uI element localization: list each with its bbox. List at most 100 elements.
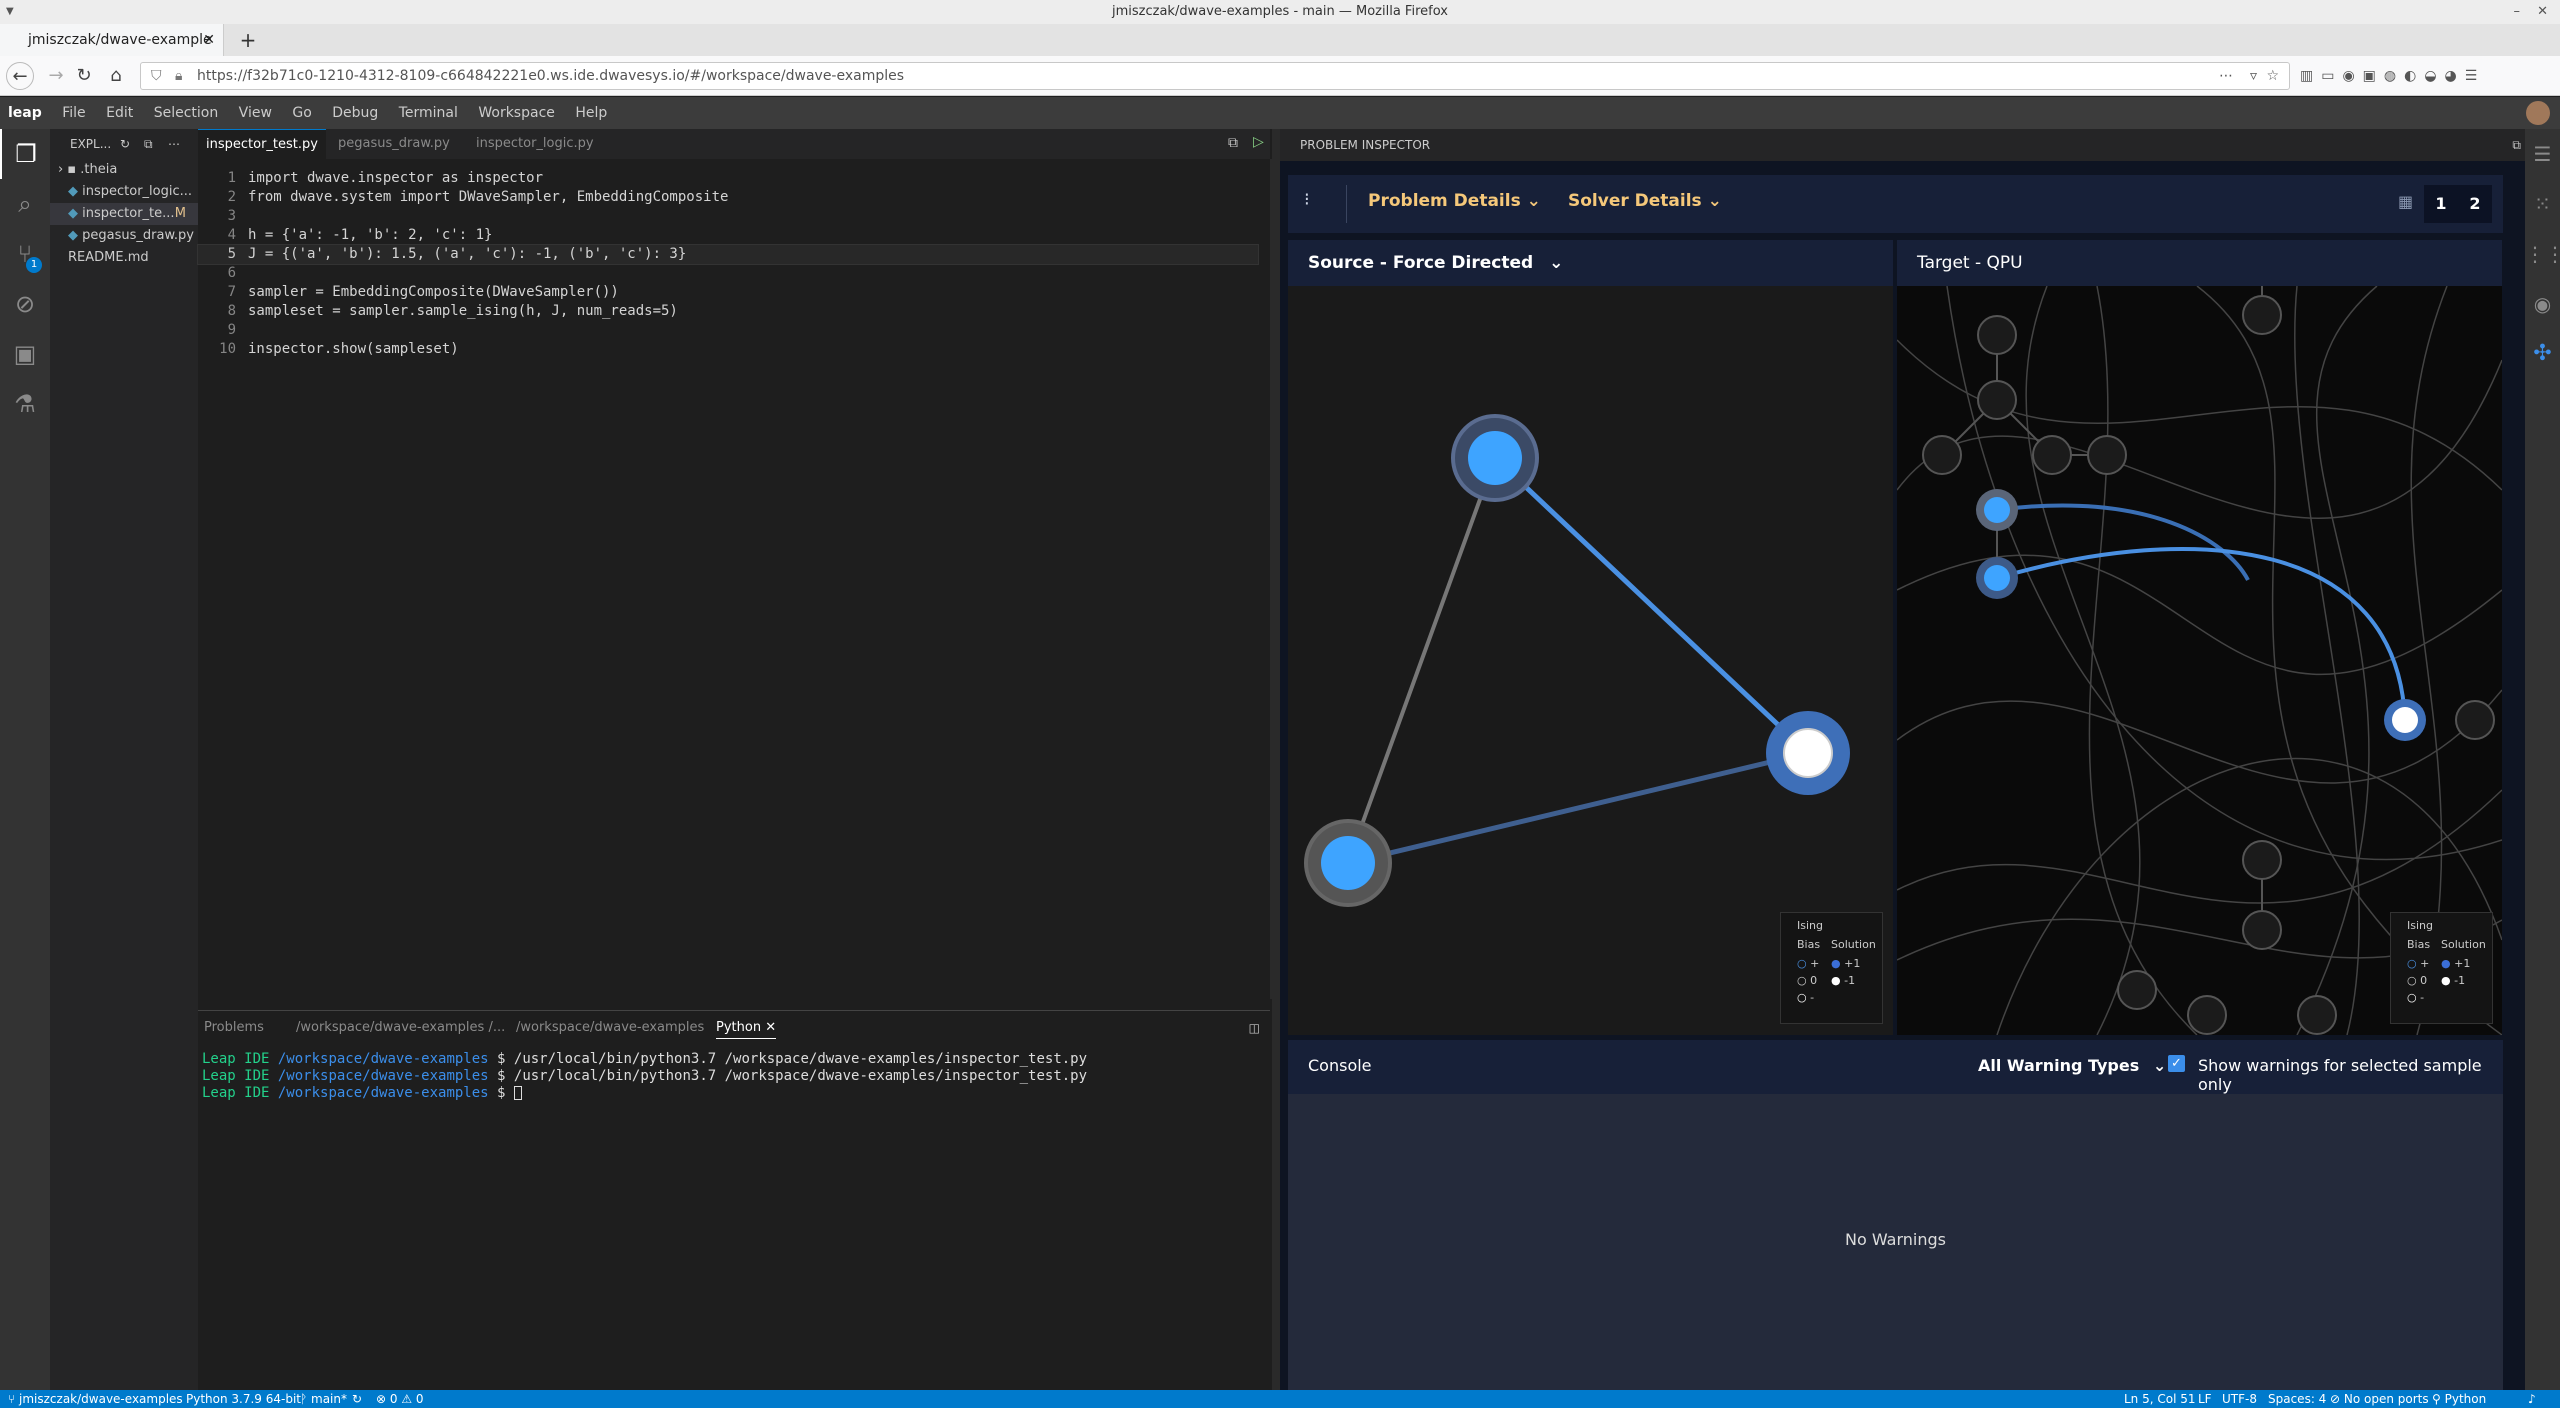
tab-terminal-2[interactable]: /workspace/dwave-examples <box>516 1020 704 1035</box>
scm-badge: 1 <box>26 257 42 273</box>
back-icon[interactable]: ← <box>6 62 34 90</box>
menu-workspace[interactable]: Workspace <box>470 97 563 129</box>
editor-area: ⧉ ▷ 1 import dwave.inspector as inspector… <box>197 129 1278 1009</box>
status-position[interactable]: Ln 5, Col 51 <box>2124 1390 2196 1408</box>
tab-inspector-test[interactable]: inspector_test.py <box>198 129 326 159</box>
problem-details-menu[interactable]: Problem Details ⌄ <box>1368 191 1541 211</box>
close-tab-icon[interactable]: ✕ <box>203 24 215 56</box>
warning-types-select[interactable]: All Warning Types ⌄ <box>1978 1056 2166 1075</box>
home-icon[interactable]: ⌂ <box>102 62 130 90</box>
problem-inspector-icon[interactable]: ✣ <box>2525 329 2560 379</box>
file-readme[interactable]: README.md <box>50 247 198 269</box>
tab-pegasus-draw[interactable]: pegasus_draw.py <box>330 129 458 159</box>
apps-grid-icon[interactable]: ⁙ <box>2525 179 2560 229</box>
menu-help[interactable]: Help <box>567 97 615 129</box>
new-tab-icon[interactable]: + <box>232 24 264 56</box>
menu-edit[interactable]: Edit <box>98 97 141 129</box>
page-actions-icon[interactable]: ⋯ <box>2219 63 2233 89</box>
close-icon: ✕ <box>765 1020 777 1035</box>
terminal-line: Leap IDE /workspace/dwave-examples $ <box>202 1085 1087 1102</box>
tab-python[interactable]: Python ✕ <box>716 1020 777 1039</box>
dashed-grid-icon[interactable]: ⋮⋮ <box>2525 229 2560 279</box>
file-inspector-test[interactable]: ◆ inspector_te... M <box>50 203 198 225</box>
code-line-7: 7 sampler = EmbeddingComposite(DWaveSampl… <box>227 284 619 300</box>
files-icon[interactable]: ❐ <box>0 129 50 179</box>
legend-headers: Bias Solution <box>1797 938 1876 951</box>
status-ports[interactable]: ⊘ No open ports <box>2330 1390 2429 1408</box>
status-spaces[interactable]: Spaces: 4 <box>2268 1390 2326 1408</box>
layout-grid-icon[interactable]: ▦ <box>2398 192 2413 211</box>
status-problems[interactable]: ⊗ 0 ⚠ 0 <box>376 1390 424 1408</box>
run-icon[interactable]: ▷ <box>1253 134 1264 150</box>
source-header[interactable]: Source - Force Directed ⌄ <box>1288 240 1893 286</box>
split-divider[interactable] <box>1272 129 1280 1390</box>
file-inspector-logic[interactable]: ◆ inspector_logic... <box>50 181 198 203</box>
menu-go[interactable]: Go <box>284 97 319 129</box>
view-2-button[interactable]: 2 <box>2458 185 2492 223</box>
shield-icon[interactable]: ⛉ <box>151 63 162 89</box>
minimize-icon[interactable]: – <box>2514 0 2521 24</box>
more-icon[interactable]: ⋯ <box>168 129 180 159</box>
status-repo[interactable]: ⑂ jmiszczak/dwave-examples <box>8 1390 183 1408</box>
notification-bell-icon[interactable]: ♪ <box>2528 1390 2536 1408</box>
file-pegasus-draw[interactable]: ◆ pegasus_draw.py <box>50 225 198 247</box>
code-line-4: 4h = {'a': -1, 'b': 2, 'c': 1} <box>227 227 493 243</box>
menu-selection[interactable]: Selection <box>146 97 227 129</box>
debug-icon[interactable]: ⊘ <box>0 279 50 329</box>
extensions-icon[interactable]: ▣ <box>0 329 50 379</box>
forward-icon[interactable]: → <box>42 62 70 90</box>
github-icon[interactable]: ◉ <box>2525 279 2560 329</box>
close-window-icon[interactable]: ✕ <box>2537 0 2548 24</box>
menu-file[interactable]: File <box>54 97 93 129</box>
search-icon[interactable]: ⌕ <box>0 179 50 229</box>
terminal-output[interactable]: Leap IDE /workspace/dwave-examples $ /us… <box>202 1051 1087 1102</box>
menu-view[interactable]: View <box>231 97 280 129</box>
qpu-node-1 <box>1984 497 2010 523</box>
explorer-header: EXPL... ↻ ⧉ ⋯ <box>50 129 198 159</box>
status-language[interactable]: ⚲ Python <box>2432 1390 2486 1408</box>
source-control-icon[interactable]: ⑂ 1 <box>0 229 50 279</box>
tab-terminal-1[interactable]: /workspace/dwave-examples /... <box>296 1020 505 1035</box>
outline-icon[interactable]: ☰ <box>2525 129 2560 179</box>
code-line-9: 9 <box>227 322 236 338</box>
pocket-icon[interactable]: ▿ <box>2250 63 2257 89</box>
collapse-icon[interactable]: ⧉ <box>144 129 153 159</box>
legend-title: Ising <box>2407 919 2433 932</box>
menu-terminal[interactable]: Terminal <box>391 97 466 129</box>
split-editor-icon[interactable]: ⧉ <box>1228 135 1238 151</box>
python-file-icon: ◆ <box>68 206 83 221</box>
source-legend: Ising Bias Solution ○ + ● +1 ○ 0 ● -1 ○ - <box>1780 912 1883 1024</box>
popout-icon[interactable]: ⧉ <box>2512 129 2521 161</box>
inspector-toolbar: ⁝ Problem Details ⌄ Solver Details ⌄ ▦ 1… <box>1288 175 2503 233</box>
toolbar-divider <box>1346 185 1347 223</box>
browser-tab[interactable]: jmiszczak/dwave-example ✕ <box>0 24 224 56</box>
bookmark-star-icon[interactable]: ☆ <box>2266 63 2279 89</box>
avatar[interactable] <box>2526 101 2550 125</box>
maximize-panel-icon[interactable]: ◫ <box>1249 1021 1260 1035</box>
show-warnings-checkbox[interactable]: ✓ <box>2168 1055 2185 1072</box>
status-eol[interactable]: LF <box>2198 1390 2212 1408</box>
qpu-node-3 <box>2392 707 2418 733</box>
view-1-button[interactable]: 1 <box>2424 185 2458 223</box>
window-menu-icon[interactable]: ▼ <box>6 0 14 24</box>
url-text: https://f32b71c0-1210-4312-8109-c6648422… <box>197 68 905 84</box>
sync-icon[interactable]: ↻ <box>352 1390 362 1408</box>
status-branch[interactable]: ᚹ main* <box>300 1390 347 1408</box>
bottom-panel: ◫ Leap IDE /workspace/dwave-examples $ /… <box>198 1010 1270 1390</box>
test-flask-icon[interactable]: ⚗ <box>0 379 50 429</box>
code-view[interactable]: 1 import dwave.inspector as inspector 2 fr… <box>197 169 1259 359</box>
code-line-5: 5J = {('a', 'b'): 1.5, ('a', 'c'): -1, (… <box>197 244 1259 265</box>
tab-inspector-logic[interactable]: inspector_logic.py <box>468 129 602 159</box>
refresh-icon[interactable]: ↻ <box>120 129 130 159</box>
tab-problems[interactable]: Problems <box>204 1020 264 1035</box>
status-encoding[interactable]: UTF-8 <box>2222 1390 2257 1408</box>
qpu-node-2 <box>1984 565 2010 591</box>
solver-details-menu[interactable]: Solver Details ⌄ <box>1568 191 1722 211</box>
toolbar-extension-icons[interactable]: ▥▭◉▣◍◐◒◕☰ <box>2300 62 2550 90</box>
status-python[interactable]: Python 3.7.9 64-bit <box>186 1390 301 1408</box>
reload-icon[interactable]: ↻ <box>70 62 98 90</box>
menu-debug[interactable]: Debug <box>324 97 386 129</box>
url-bar[interactable]: https://f32b71c0-1210-4312-8109-c6648422… <box>140 62 2290 90</box>
code-line-10: 10 inspector.show(sampleset) <box>219 341 459 357</box>
folder-theia[interactable]: › ▪ .theia <box>50 159 198 181</box>
